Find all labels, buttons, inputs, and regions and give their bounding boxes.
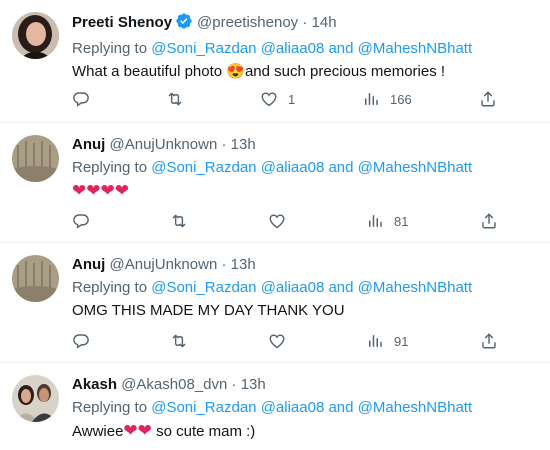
mention-link[interactable]: @aliaa08 <box>261 399 325 416</box>
mention-link[interactable]: @MaheshNBhatt <box>358 159 472 176</box>
reply-icon <box>72 332 90 350</box>
reply-icon <box>72 90 90 108</box>
timestamp[interactable]: 13h <box>231 256 256 273</box>
author-handle[interactable]: @preetishenoy <box>197 14 298 31</box>
views-icon <box>362 90 380 108</box>
author-name[interactable]: Anuj <box>72 256 105 273</box>
like-icon <box>260 90 278 108</box>
like-icon <box>268 332 286 350</box>
tweet[interactable]: Anuj @AnujUnknown · 13h Replying to @Son… <box>0 123 550 243</box>
avatar[interactable] <box>12 135 59 182</box>
like-icon <box>268 212 286 230</box>
share-icon <box>480 332 498 350</box>
hearts-emoji: ❤❤❤❤ <box>72 181 129 200</box>
reply-button[interactable] <box>72 211 100 231</box>
mention-link[interactable]: @MaheshNBhatt <box>358 279 472 296</box>
view-count: 91 <box>394 333 409 349</box>
view-count: 166 <box>390 91 412 107</box>
author-handle[interactable]: @AnujUnknown <box>110 136 218 153</box>
replying-prefix: Replying to <box>72 399 148 416</box>
author-handle[interactable]: @Akash08_dvn <box>121 376 227 393</box>
tweet[interactable]: Anuj @AnujUnknown · 13h Replying to @Son… <box>0 243 550 363</box>
tweet[interactable]: Preeti Shenoy @preetishenoy · 14h Replyin… <box>0 0 550 123</box>
like-button[interactable]: 1 <box>260 89 295 109</box>
share-icon <box>479 90 497 108</box>
author-name[interactable]: Akash <box>72 376 117 393</box>
share-button[interactable] <box>480 331 498 351</box>
mention-and[interactable]: and <box>328 279 353 296</box>
replying-prefix: Replying to <box>72 279 148 296</box>
mention-link[interactable]: @Soni_Razdan <box>151 40 256 57</box>
text-segment: so cute mam :) <box>151 423 256 440</box>
retweet-button[interactable] <box>170 331 198 351</box>
separator: · <box>231 376 237 393</box>
like-count: 1 <box>288 91 296 107</box>
avatar[interactable] <box>12 12 59 59</box>
reply-button[interactable] <box>72 331 100 351</box>
share-button[interactable] <box>479 89 497 109</box>
author-name[interactable]: Anuj <box>72 136 105 153</box>
tweet-text: What a beautiful photo 😍and such preciou… <box>72 62 540 82</box>
tweet-text: Awwiee❤❤ so cute mam :) <box>72 421 540 442</box>
tweet-text: OMG THIS MADE MY DAY THANK YOU <box>72 302 345 319</box>
share-button[interactable] <box>480 211 498 231</box>
mention-link[interactable]: @aliaa08 <box>261 40 325 57</box>
emoji: 😍 <box>226 63 245 80</box>
hearts-emoji: ❤❤ <box>123 421 152 440</box>
separator: · <box>302 14 308 31</box>
reply-icon <box>72 212 90 230</box>
avatar[interactable] <box>12 255 59 302</box>
mention-link[interactable]: @aliaa08 <box>261 279 325 296</box>
reply-button[interactable] <box>72 89 100 109</box>
replying-to: Replying to @Soni_Razdan @aliaa08 and @M… <box>72 398 540 418</box>
timestamp[interactable]: 13h <box>241 376 266 393</box>
replying-prefix: Replying to <box>72 159 148 176</box>
tweet-text: ❤❤❤❤ <box>72 181 540 202</box>
avatar[interactable] <box>12 375 59 422</box>
views-icon <box>366 212 384 230</box>
views-button[interactable]: 166 <box>362 89 412 109</box>
mention-link[interactable]: @MaheshNBhatt <box>358 399 472 416</box>
timestamp[interactable]: 14h <box>312 14 337 31</box>
mention-link[interactable]: @Soni_Razdan <box>151 279 256 296</box>
share-icon <box>480 212 498 230</box>
replying-to: Replying to @Soni_Razdan @aliaa08 and @M… <box>72 39 540 59</box>
verified-badge-icon <box>175 12 193 36</box>
author-handle[interactable]: @AnujUnknown <box>110 256 218 273</box>
mention-link[interactable]: @Soni_Razdan <box>151 399 256 416</box>
timestamp[interactable]: 13h <box>231 136 256 153</box>
views-icon <box>366 332 384 350</box>
mention-and[interactable]: and <box>328 40 353 57</box>
mention-link[interactable]: @MaheshNBhatt <box>358 40 472 57</box>
mention-link[interactable]: @Soni_Razdan <box>151 159 256 176</box>
retweet-button[interactable] <box>166 89 194 109</box>
mention-and[interactable]: and <box>328 159 353 176</box>
view-count: 81 <box>394 213 409 229</box>
retweet-icon <box>170 212 188 230</box>
like-button[interactable] <box>268 331 296 351</box>
views-button[interactable]: 81 <box>366 211 408 231</box>
replying-prefix: Replying to <box>72 40 148 57</box>
text-segment: Awwiee <box>72 423 124 440</box>
replying-to: Replying to @Soni_Razdan @aliaa08 and @M… <box>72 278 540 298</box>
separator: · <box>221 256 227 273</box>
text-segment: and such precious memories ! <box>244 63 446 80</box>
mention-link[interactable]: @aliaa08 <box>261 159 325 176</box>
views-button[interactable]: 91 <box>366 331 408 351</box>
author-name[interactable]: Preeti Shenoy <box>72 14 172 31</box>
separator: · <box>221 136 227 153</box>
replying-to: Replying to @Soni_Razdan @aliaa08 and @M… <box>72 158 540 178</box>
mention-and[interactable]: and <box>328 399 353 416</box>
tweet[interactable]: Akash @Akash08_dvn · 13h Replying to @So… <box>0 363 550 450</box>
retweet-button[interactable] <box>170 211 198 231</box>
like-button[interactable] <box>268 211 296 231</box>
retweet-icon <box>166 90 184 108</box>
retweet-icon <box>170 332 188 350</box>
text-segment: What a beautiful photo <box>72 63 227 80</box>
